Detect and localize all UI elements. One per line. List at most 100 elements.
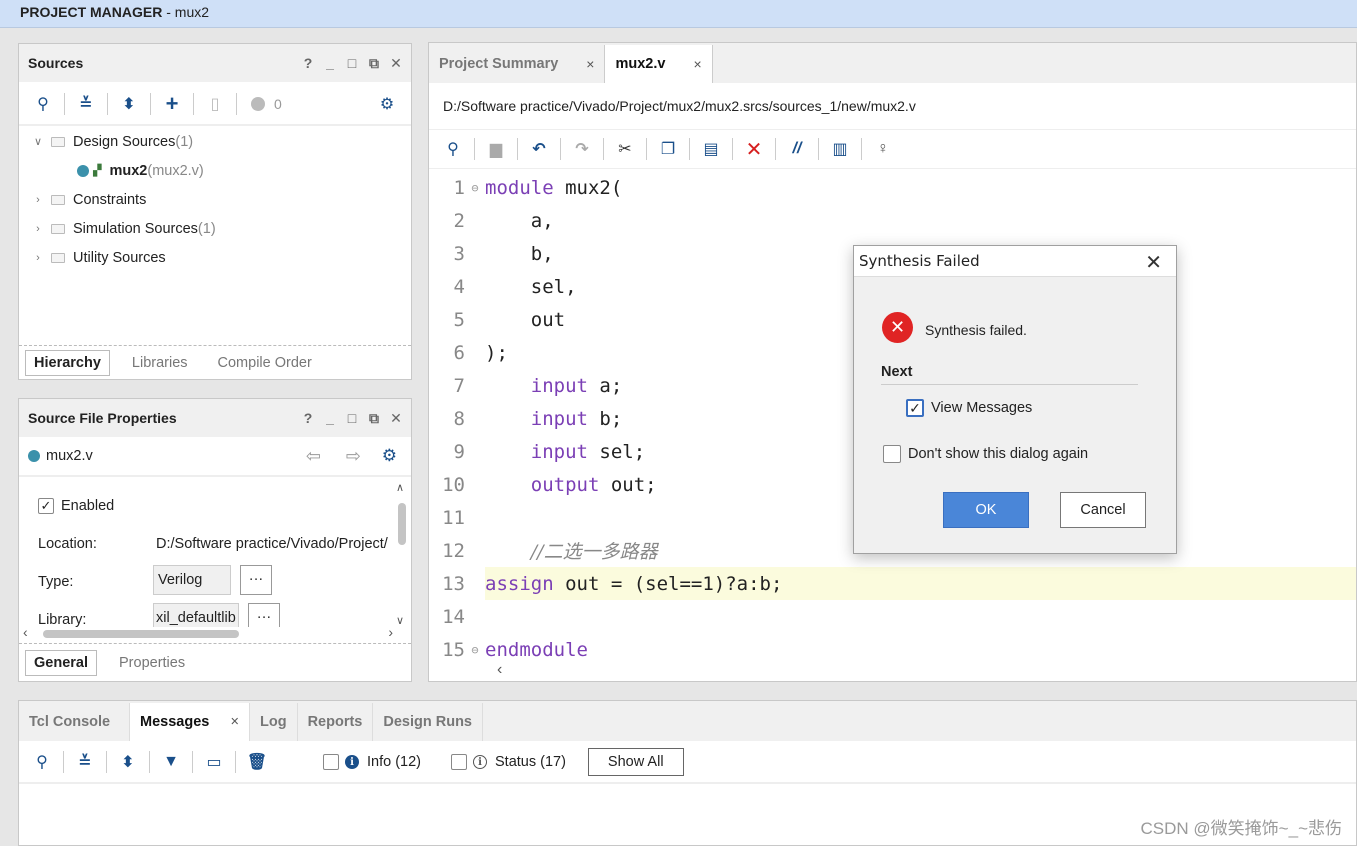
ok-button[interactable]: OK: [943, 492, 1029, 528]
maximize-icon[interactable]: □: [345, 44, 359, 82]
tab-log[interactable]: Log: [250, 703, 298, 741]
tab-compile-order[interactable]: Compile Order: [210, 351, 320, 375]
info-filter-checkbox[interactable]: [323, 754, 339, 770]
scroll-left-icon[interactable]: ‹: [497, 661, 502, 679]
messages-toolbar: ⚲ ≚ ⬍ ▼ ▭ 🗑 i Info (12) i Status (17) Sh…: [19, 742, 1356, 784]
folder-icon: [51, 136, 65, 147]
back-arrow-icon[interactable]: ⇦: [306, 446, 321, 467]
info-filter-label: Info (12): [367, 754, 421, 770]
paste-icon[interactable]: ▤: [697, 135, 725, 163]
help-icon[interactable]: ?: [301, 44, 315, 82]
tree-label: Design Sources: [73, 133, 176, 150]
cut-icon[interactable]: ✂: [611, 135, 639, 163]
sources-panel-title: Sources: [28, 55, 84, 71]
lightbulb-icon[interactable]: ♀: [869, 135, 897, 163]
search-icon[interactable]: ⚲: [29, 90, 57, 118]
code-line: 2 a,: [453, 209, 554, 232]
properties-horizontal-scrollbar[interactable]: ‹ ›: [23, 624, 393, 641]
save-icon[interactable]: ▆: [482, 135, 510, 163]
enabled-row: ✓ Enabled: [38, 498, 114, 514]
forward-arrow-icon[interactable]: ⇨: [346, 446, 361, 467]
trash-icon[interactable]: 🗑: [243, 748, 271, 776]
properties-view-tabs: General Properties: [19, 643, 411, 681]
tab-project-summary[interactable]: Project Summary ×: [429, 45, 604, 83]
library-field[interactable]: xil_defaultlib: [153, 603, 239, 627]
tree-label: mux2: [109, 162, 148, 179]
fold-end-icon: ⊖: [471, 642, 479, 657]
search-icon[interactable]: ⚲: [28, 748, 56, 776]
close-tab-icon[interactable]: ×: [693, 56, 701, 72]
undo-icon[interactable]: ↶: [525, 135, 553, 163]
gear-icon[interactable]: ⚙: [382, 446, 397, 466]
enabled-checkbox[interactable]: ✓: [38, 498, 54, 514]
properties-vertical-scrollbar[interactable]: ∧ ∨: [395, 481, 409, 627]
type-label: Type:: [38, 574, 74, 590]
show-all-button[interactable]: Show All: [587, 748, 684, 776]
tab-tcl-console[interactable]: Tcl Console: [19, 703, 130, 741]
collapse-all-icon[interactable]: ≚: [71, 748, 99, 776]
expand-all-icon[interactable]: ⬍: [114, 748, 142, 776]
type-field[interactable]: Verilog: [153, 565, 231, 595]
code-line-current: 13 assign out = (sel==1)?a:b;: [429, 567, 1356, 600]
status-filter-checkbox[interactable]: [451, 754, 467, 770]
view-messages-checkbox[interactable]: ✓: [906, 399, 924, 417]
properties-panel-header: Source File Properties ? _ □ ⧉ ✕: [19, 399, 411, 437]
maximize-icon[interactable]: □: [345, 399, 359, 437]
expand-all-icon[interactable]: ⬍: [115, 90, 143, 118]
folder-icon: [51, 223, 65, 234]
help-icon[interactable]: ?: [301, 399, 315, 437]
minimize-icon[interactable]: _: [323, 399, 337, 437]
tree-item-mux2[interactable]: ▞ mux2 (mux2.v): [19, 156, 411, 185]
add-sources-icon[interactable]: +: [158, 90, 186, 118]
copy-icon[interactable]: ❐: [654, 135, 682, 163]
file-info-icon[interactable]: ▯: [201, 90, 229, 118]
dont-show-option[interactable]: Don't show this dialog again: [883, 445, 1088, 463]
collapse-all-icon[interactable]: ≚: [72, 90, 100, 118]
close-icon[interactable]: ✕: [1145, 250, 1162, 275]
code-line: 1 ⊖ module mux2(: [453, 176, 623, 199]
tab-reports[interactable]: Reports: [298, 703, 374, 741]
tab-design-runs[interactable]: Design Runs: [373, 703, 483, 741]
file-path: D:/Software practice/Vivado/Project/mux2…: [443, 98, 916, 114]
type-more-button[interactable]: ···: [240, 565, 272, 595]
tab-properties[interactable]: Properties: [111, 651, 193, 675]
chevron-right-icon[interactable]: ›: [31, 223, 45, 235]
float-icon[interactable]: ⧉: [367, 44, 381, 82]
chevron-down-icon[interactable]: ∨: [31, 135, 45, 148]
tab-libraries[interactable]: Libraries: [124, 351, 196, 375]
chevron-right-icon[interactable]: ›: [31, 252, 45, 264]
tab-messages[interactable]: Messages ×: [130, 703, 250, 741]
redo-icon[interactable]: ↷: [568, 135, 596, 163]
fold-icon[interactable]: ⊖: [465, 181, 485, 195]
tab-hierarchy[interactable]: Hierarchy: [25, 349, 110, 376]
sources-view-tabs: Hierarchy Libraries Compile Order: [19, 345, 411, 379]
properties-body: ✓ Enabled Location: D:/Software practice…: [19, 481, 395, 627]
file-dot-icon: [28, 450, 40, 462]
delete-icon[interactable]: ✕: [740, 135, 768, 163]
tab-mux2-v[interactable]: mux2.v ×: [604, 45, 713, 83]
tree-item-constraints[interactable]: › Constraints: [19, 185, 411, 214]
tree-item-utility-sources[interactable]: › Utility Sources: [19, 243, 411, 272]
cancel-button[interactable]: Cancel: [1060, 492, 1146, 528]
minimize-icon[interactable]: _: [323, 44, 337, 82]
close-tab-icon[interactable]: ×: [586, 56, 594, 72]
tab-general[interactable]: General: [25, 649, 97, 676]
message-icon[interactable]: ▭: [200, 748, 228, 776]
toggle-comment-icon[interactable]: //: [783, 135, 811, 163]
tree-item-simulation-sources[interactable]: › Simulation Sources (1): [19, 214, 411, 243]
dialog-title-bar: Synthesis Failed: [854, 246, 1176, 277]
close-tab-icon[interactable]: ×: [231, 714, 239, 730]
library-more-button[interactable]: ···: [248, 603, 280, 627]
tree-label: Simulation Sources: [73, 220, 198, 237]
close-icon[interactable]: ✕: [389, 399, 403, 437]
filter-icon[interactable]: ▼: [157, 748, 185, 776]
search-icon[interactable]: ⚲: [439, 135, 467, 163]
column-select-icon[interactable]: ▥: [826, 135, 854, 163]
tree-item-design-sources[interactable]: ∨ Design Sources (1): [19, 127, 411, 156]
gear-icon[interactable]: ⚙: [373, 90, 401, 118]
view-messages-option[interactable]: ✓ View Messages: [906, 399, 1032, 417]
float-icon[interactable]: ⧉: [367, 399, 381, 437]
close-icon[interactable]: ✕: [389, 44, 403, 82]
chevron-right-icon[interactable]: ›: [31, 194, 45, 206]
dont-show-checkbox[interactable]: [883, 445, 901, 463]
